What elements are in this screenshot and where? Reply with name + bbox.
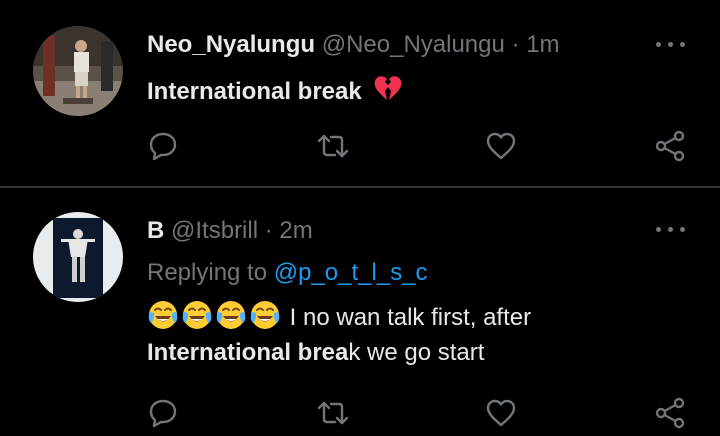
avatar[interactable] (33, 212, 123, 302)
timestamp[interactable]: 1m (526, 31, 559, 58)
tweet-text-content: International break (147, 78, 362, 105)
replying-to-label: Replying to (147, 259, 268, 286)
face-with-tears-of-joy-icon (216, 301, 246, 329)
tweet-text-bold: International brea (147, 339, 349, 366)
handle[interactable]: @Neo_Nyalungu (322, 31, 505, 58)
avatar-photo (33, 26, 123, 116)
tweet-header: Neo_Nyalungu @Neo_Nyalungu · 1m (147, 30, 560, 60)
tweet-text-line-2: International break we go start (147, 338, 484, 368)
like-icon[interactable] (483, 395, 519, 431)
avatar[interactable] (33, 26, 123, 116)
replying-to: Replying to @p_o_t_l_s_c (147, 258, 428, 288)
face-with-tears-of-joy-icon (182, 301, 212, 329)
share-icon[interactable] (652, 128, 688, 164)
replying-to-mention[interactable]: @p_o_t_l_s_c (274, 259, 428, 286)
tweet[interactable]: Neo_Nyalungu @Neo_Nyalungu · 1m Internat… (0, 0, 720, 186)
display-name[interactable]: Neo_Nyalungu (147, 31, 315, 58)
separator: · (264, 217, 273, 244)
share-icon[interactable] (652, 395, 688, 431)
reply-icon[interactable] (145, 128, 181, 164)
tweet-text-rest: k we go start (348, 339, 485, 366)
emoji-group (147, 301, 283, 331)
tweet-header: B @Itsbrill · 2m (147, 216, 313, 246)
tweet-text-line-1: I no wan talk first, after (147, 299, 531, 333)
timestamp[interactable]: 2m (279, 217, 312, 244)
tweet-actions (0, 128, 720, 168)
retweet-icon[interactable] (315, 128, 351, 164)
avatar-photo (33, 212, 123, 302)
separator: · (511, 31, 520, 58)
tweet-text: International break (147, 72, 406, 107)
reply-icon[interactable] (145, 395, 181, 431)
more-options-icon[interactable] (656, 225, 686, 235)
retweet-icon[interactable] (315, 395, 351, 431)
tweet-text-content: I no wan talk first, after (289, 304, 532, 331)
more-options-icon[interactable] (656, 40, 686, 50)
divider (0, 186, 720, 188)
face-with-tears-of-joy-icon (148, 301, 178, 329)
handle[interactable]: @Itsbrill (171, 217, 258, 244)
broken-heart-icon (375, 76, 402, 100)
face-with-tears-of-joy-icon (250, 301, 280, 329)
tweet-actions (0, 395, 720, 435)
display-name[interactable]: B (147, 217, 164, 244)
like-icon[interactable] (483, 128, 519, 164)
